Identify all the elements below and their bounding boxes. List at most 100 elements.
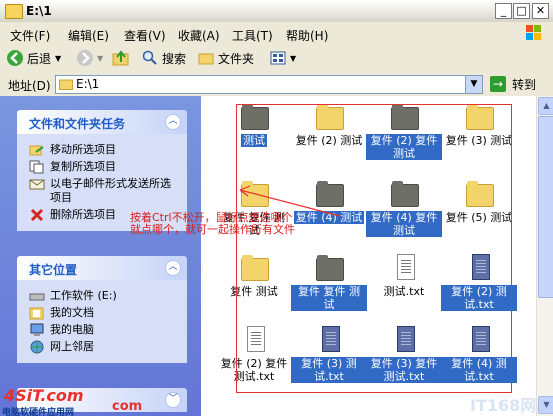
folders-icon bbox=[198, 53, 214, 65]
text-file-icon bbox=[239, 326, 269, 354]
text-file-icon bbox=[464, 254, 494, 282]
folder-icon bbox=[389, 180, 419, 208]
place-label: 网上邻居 bbox=[50, 340, 94, 353]
place-network[interactable]: 网上邻居 bbox=[29, 340, 179, 354]
panel-body: 工作软件 (E:) 我的文档 我的电脑 网上邻居 bbox=[17, 280, 187, 363]
views-dropdown-icon[interactable]: ▼ bbox=[290, 54, 296, 63]
file-item[interactable]: 测试 bbox=[216, 103, 292, 147]
file-item[interactable]: 复件 (2) 复件 测试.txt bbox=[216, 326, 292, 383]
file-item[interactable]: 复件 (4) 测试.txt bbox=[441, 326, 517, 383]
search-button[interactable]: 搜索 bbox=[142, 48, 186, 68]
file-label: 复件 (4) 测试 bbox=[293, 211, 365, 224]
address-dropdown-icon[interactable]: ▼ bbox=[465, 76, 482, 93]
search-label: 搜索 bbox=[162, 51, 187, 66]
title-bar: E:\1 _ □ ✕ bbox=[0, 0, 553, 23]
task-copy[interactable]: 复制所选项目 bbox=[29, 160, 179, 174]
windows-logo-icon bbox=[515, 23, 549, 43]
explorer-window: E:\1 _ □ ✕ 文件(F) 编辑(E) 查看(V) 收藏(A) 工具(T)… bbox=[0, 0, 553, 418]
place-my-documents[interactable]: 我的文档 bbox=[29, 306, 179, 320]
collapse-chevron-icon[interactable]: ︿ bbox=[165, 260, 181, 276]
panel-header[interactable]: 文件和文件夹任务 ︿ bbox=[17, 110, 187, 134]
views-button[interactable]: ▼ bbox=[270, 48, 296, 68]
address-input[interactable]: E:\1 ▼ bbox=[55, 75, 483, 94]
forward-arrow-icon bbox=[77, 50, 93, 66]
place-label: 工作软件 (E:) bbox=[50, 289, 117, 302]
email-icon bbox=[29, 177, 45, 191]
folder-icon bbox=[314, 180, 344, 208]
file-item[interactable]: 复件 复件 测试 bbox=[291, 254, 367, 311]
other-places-panel: 其它位置 ︿ 工作软件 (E:) 我的文档 我的电脑 网上邻居 bbox=[17, 256, 187, 363]
file-item[interactable]: 复件 测试 bbox=[216, 254, 292, 298]
vertical-scrollbar[interactable]: ▲ ▼ bbox=[536, 96, 553, 416]
file-label: 复件 复件 测试 bbox=[291, 285, 367, 311]
file-label: 复件 (4) 测试.txt bbox=[441, 357, 517, 383]
folders-button[interactable]: 文件夹 bbox=[198, 48, 254, 68]
place-drive[interactable]: 工作软件 (E:) bbox=[29, 289, 179, 303]
watermark-com: com bbox=[112, 399, 143, 414]
forward-button[interactable]: ▼ bbox=[76, 48, 103, 68]
file-label: 复件 (2) 测试.txt bbox=[441, 285, 517, 311]
expand-chevron-icon[interactable]: ﹀ bbox=[165, 392, 181, 408]
back-button[interactable]: 后退 ▼ bbox=[6, 48, 61, 68]
file-item[interactable]: 复件 (3) 测试.txt bbox=[291, 326, 367, 383]
folder-icon bbox=[239, 254, 269, 282]
address-bar: 地址(D) E:\1 ▼ → 转到 bbox=[0, 72, 553, 97]
address-label: 地址(D) bbox=[8, 79, 51, 93]
minimize-button[interactable]: _ bbox=[495, 3, 512, 19]
go-label: 转到 bbox=[512, 77, 537, 92]
search-icon bbox=[142, 50, 157, 65]
file-label: 复件 (2) 复件 测试 bbox=[366, 134, 442, 160]
task-email[interactable]: 以电子邮件形式发送所选项目 bbox=[29, 177, 179, 205]
folder-icon bbox=[59, 79, 73, 90]
task-label: 以电子邮件形式发送所选项目 bbox=[50, 177, 171, 204]
close-button[interactable]: ✕ bbox=[532, 3, 549, 19]
forward-dropdown-icon[interactable]: ▼ bbox=[97, 54, 103, 63]
back-dropdown-icon[interactable]: ▼ bbox=[55, 54, 61, 63]
file-item[interactable]: 复件 (5) 测试 bbox=[441, 180, 517, 224]
task-pane: 文件和文件夹任务 ︿ 移动所选项目 复制所选项目 以电子邮件形式发送所选项目 删… bbox=[0, 96, 201, 416]
go-arrow-icon: → bbox=[490, 76, 506, 92]
folder-icon bbox=[239, 103, 269, 131]
panel-title: 其它位置 bbox=[29, 263, 78, 277]
menu-view[interactable]: 查看(V) bbox=[124, 27, 166, 44]
go-button[interactable]: → 转到 bbox=[490, 75, 548, 93]
place-label: 我的电脑 bbox=[50, 323, 94, 336]
menu-edit[interactable]: 编辑(E) bbox=[68, 27, 109, 44]
panel-header[interactable]: 其它位置 ︿ bbox=[17, 256, 187, 280]
text-file-icon bbox=[314, 326, 344, 354]
file-item[interactable]: 复件 (3) 测试 bbox=[441, 103, 517, 147]
move-icon bbox=[29, 143, 45, 157]
file-label: 复件 (3) 复件 测试.txt bbox=[366, 357, 442, 383]
file-item[interactable]: 测试.txt bbox=[366, 254, 442, 298]
menu-favorites[interactable]: 收藏(A) bbox=[178, 27, 220, 44]
menu-tools[interactable]: 工具(T) bbox=[232, 27, 273, 44]
file-item[interactable]: 复件 (4) 测试 bbox=[291, 180, 367, 224]
menu-file[interactable]: 文件(F) bbox=[10, 27, 50, 44]
file-item[interactable]: 复件 (2) 测试.txt bbox=[441, 254, 517, 311]
copy-icon bbox=[29, 160, 45, 174]
file-item[interactable]: 复件 (3) 复件 测试.txt bbox=[366, 326, 442, 383]
up-folder-button[interactable] bbox=[112, 48, 130, 68]
place-my-computer[interactable]: 我的电脑 bbox=[29, 323, 179, 337]
watermark-subtitle: 电脑软硬件应用网 bbox=[2, 408, 75, 418]
menu-help[interactable]: 帮助(H) bbox=[286, 27, 328, 44]
file-label: 复件 测试 bbox=[230, 285, 278, 298]
up-folder-icon bbox=[112, 50, 129, 66]
folder-icon bbox=[239, 180, 269, 208]
file-label: 复件 (2) 复件 测试.txt bbox=[220, 357, 288, 383]
task-label: 删除所选项目 bbox=[50, 208, 116, 221]
scroll-thumb[interactable] bbox=[538, 116, 553, 298]
file-item[interactable]: 复件 (4) 复件 测试 bbox=[366, 180, 442, 237]
file-item[interactable]: 复件 (2) 复件 测试 bbox=[366, 103, 442, 160]
scroll-up-arrow-icon[interactable]: ▲ bbox=[538, 97, 553, 115]
maximize-button[interactable]: □ bbox=[513, 3, 530, 19]
watermark-right: IT168网 bbox=[470, 396, 537, 415]
delete-icon bbox=[29, 208, 45, 222]
file-label: 测试.txt bbox=[383, 285, 425, 298]
task-move[interactable]: 移动所选项目 bbox=[29, 143, 179, 157]
file-item[interactable]: 复件 (2) 测试 bbox=[291, 103, 367, 147]
folder-icon bbox=[389, 103, 419, 131]
watermark-logo-text: 4SiT.com bbox=[4, 386, 84, 405]
collapse-chevron-icon[interactable]: ︿ bbox=[165, 114, 181, 130]
file-label: 测试 bbox=[241, 134, 267, 147]
